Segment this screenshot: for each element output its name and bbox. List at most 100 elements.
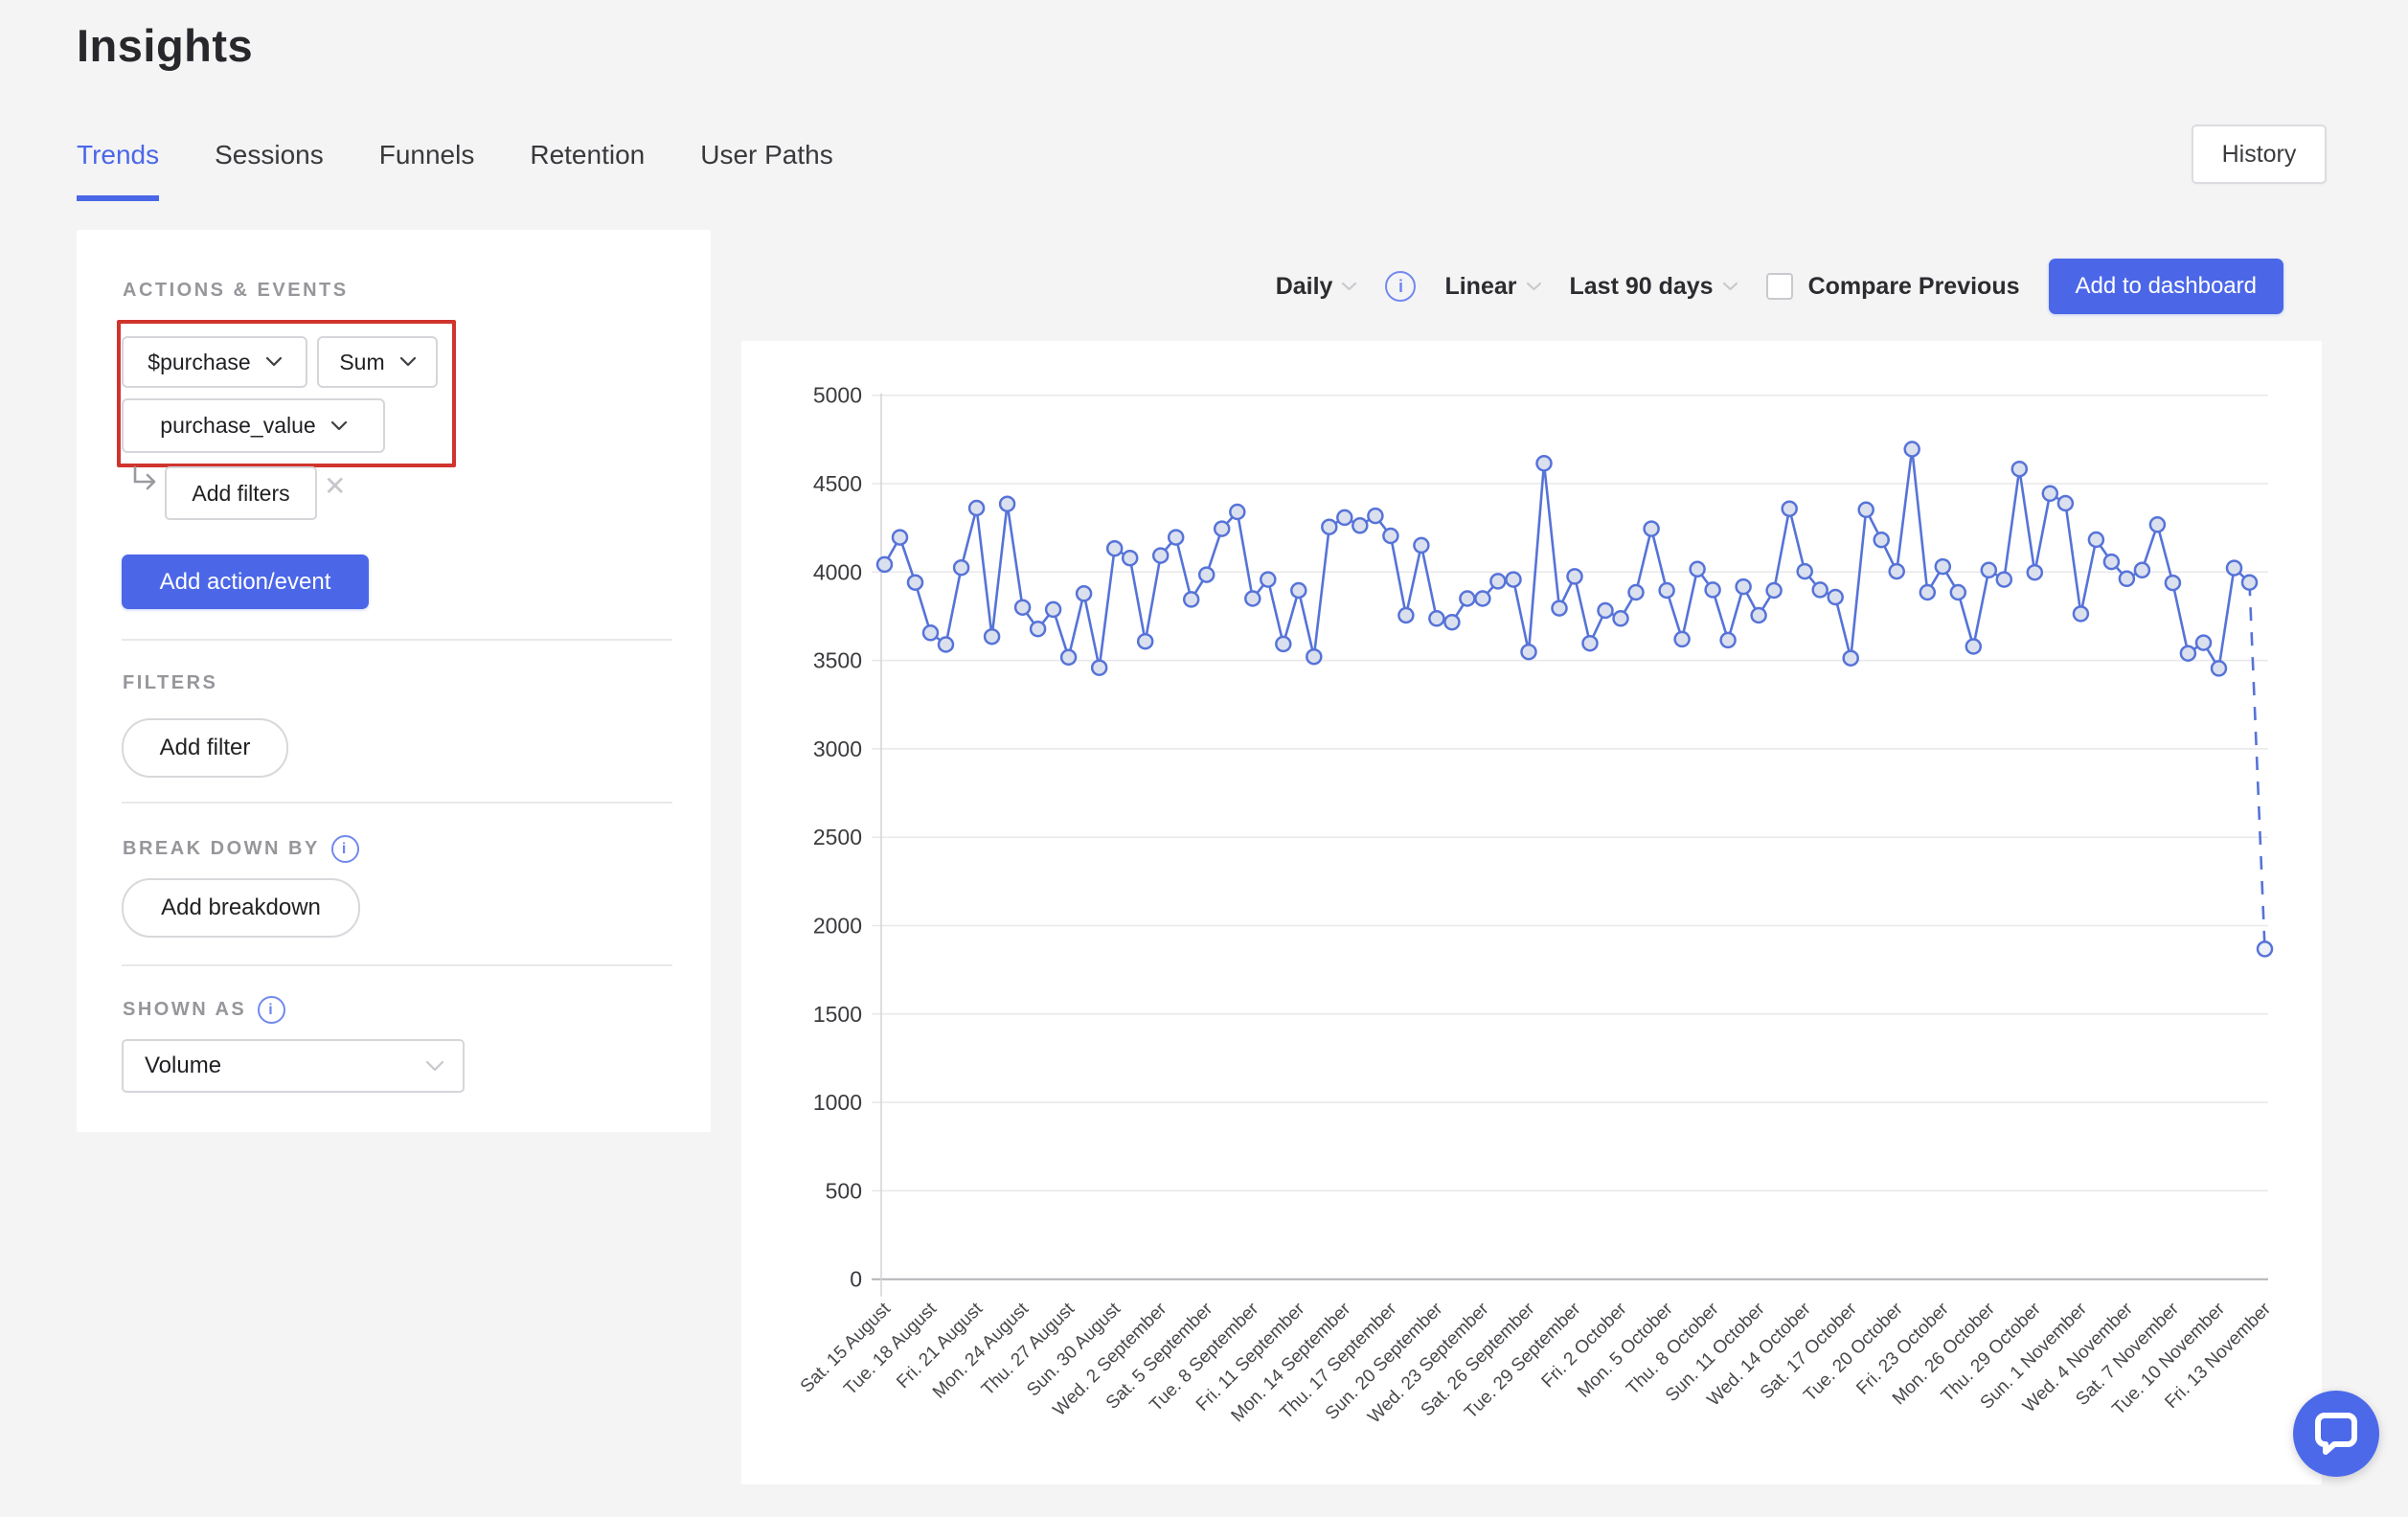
tab-funnels[interactable]: Funnels: [379, 140, 475, 201]
data-point: [1798, 564, 1812, 578]
granularity-dropdown[interactable]: Daily: [1276, 273, 1357, 301]
property-select-value: purchase_value: [160, 413, 315, 439]
add-filters-button[interactable]: Add filters: [165, 466, 317, 520]
data-point: [1306, 649, 1321, 664]
shown-as-title: SHOWN AS i: [123, 996, 285, 1024]
history-button[interactable]: History: [2192, 125, 2327, 184]
event-select[interactable]: $purchase: [122, 336, 307, 388]
data-point: [1568, 569, 1582, 583]
data-point: [954, 560, 968, 575]
data-point: [1553, 601, 1567, 616]
info-icon[interactable]: i: [258, 996, 285, 1024]
chat-launcher-button[interactable]: [2293, 1391, 2379, 1477]
divider: [122, 639, 672, 641]
data-point: [2058, 496, 2073, 510]
data-point: [1951, 585, 1965, 600]
chevron-down-icon: [1723, 283, 1738, 291]
data-point: [1153, 549, 1168, 563]
aggregation-select[interactable]: Sum: [317, 336, 438, 388]
branch-arrow-icon: [129, 465, 160, 494]
data-point: [1322, 520, 1336, 534]
data-point: [1813, 582, 1828, 597]
series-line-incomplete: [2249, 582, 2264, 949]
data-point: [1936, 559, 1950, 574]
data-point: [1475, 592, 1489, 606]
chart-controls: Daily i Linear Last 90 days Compare Prev…: [1276, 259, 2283, 314]
tab-retention[interactable]: Retention: [530, 140, 645, 201]
data-point: [1015, 600, 1030, 615]
tab-user-paths[interactable]: User Paths: [700, 140, 833, 201]
data-point: [1767, 583, 1782, 598]
data-point: [1352, 518, 1367, 532]
data-point: [2043, 487, 2057, 501]
data-points[interactable]: [877, 442, 2272, 957]
data-point: [1829, 590, 1843, 604]
data-point: [1230, 505, 1244, 519]
compare-previous-toggle: Compare Previous: [1766, 273, 2020, 301]
data-point: [969, 501, 984, 515]
add-to-dashboard-button[interactable]: Add to dashboard: [2049, 259, 2283, 314]
data-point: [1599, 603, 1613, 618]
data-point: [1061, 650, 1076, 665]
data-point: [2104, 555, 2119, 569]
data-point: [1614, 611, 1628, 625]
y-axis-labels: 0500100015002000250030003500400045005000: [813, 383, 862, 1292]
data-point: [1261, 573, 1275, 587]
compare-previous-checkbox[interactable]: [1766, 273, 1793, 300]
svg-text:4000: 4000: [813, 559, 862, 584]
scale-dropdown[interactable]: Linear: [1444, 273, 1540, 301]
property-select[interactable]: purchase_value: [122, 398, 385, 453]
data-point: [2150, 517, 2165, 532]
data-point: [1184, 592, 1198, 606]
filters-title: FILTERS: [123, 672, 217, 694]
query-sidebar: ACTIONS & EVENTS $purchase Sum purchase_…: [77, 230, 711, 1132]
remove-event-icon[interactable]: ✕: [324, 473, 346, 500]
data-point: [2181, 646, 2195, 661]
data-point: [2227, 561, 2241, 576]
data-point: [1583, 636, 1598, 650]
svg-text:3000: 3000: [813, 736, 862, 761]
svg-text:500: 500: [826, 1178, 862, 1203]
info-icon[interactable]: i: [331, 835, 359, 863]
svg-text:1000: 1000: [813, 1090, 862, 1115]
chevron-down-icon: [266, 357, 282, 367]
svg-text:3500: 3500: [813, 648, 862, 673]
data-point: [1721, 633, 1736, 647]
data-point: [1276, 637, 1290, 651]
svg-text:2000: 2000: [813, 914, 862, 939]
data-point: [893, 531, 907, 545]
data-point: [1920, 585, 1935, 600]
data-point: [1691, 562, 1705, 577]
data-point: [1507, 573, 1521, 587]
data-point: [2135, 563, 2149, 577]
data-point: [2089, 532, 2103, 547]
data-point: [877, 557, 892, 572]
aggregation-select-value: Sum: [339, 350, 384, 375]
data-point: [1429, 611, 1443, 625]
data-point: [1107, 541, 1122, 555]
chevron-down-icon: [1342, 283, 1356, 291]
trend-chart-panel: 0500100015002000250030003500400045005000…: [741, 341, 2322, 1484]
chevron-down-icon: [331, 421, 347, 431]
add-breakdown-button[interactable]: Add breakdown: [122, 878, 360, 938]
data-point: [2212, 661, 2226, 675]
tab-bar: Trends Sessions Funnels Retention User P…: [77, 140, 833, 201]
trend-chart[interactable]: 0500100015002000250030003500400045005000…: [741, 341, 2322, 1484]
add-filter-button[interactable]: Add filter: [122, 718, 288, 778]
data-point: [1783, 502, 1797, 516]
tab-sessions[interactable]: Sessions: [215, 140, 324, 201]
tab-trends[interactable]: Trends: [77, 140, 159, 201]
data-point: [1169, 531, 1183, 545]
add-action-event-button[interactable]: Add action/event: [122, 555, 369, 609]
compare-previous-label: Compare Previous: [1808, 273, 2020, 301]
date-range-dropdown[interactable]: Last 90 days: [1570, 273, 1738, 301]
data-point: [1444, 615, 1459, 629]
data-point: [908, 576, 922, 590]
data-point: [1675, 632, 1690, 646]
shown-as-select[interactable]: Volume: [122, 1039, 465, 1093]
data-point: [1460, 592, 1474, 606]
info-icon[interactable]: i: [1385, 271, 1416, 302]
data-point: [1890, 564, 1904, 578]
event-select-value: $purchase: [148, 350, 250, 375]
data-point: [1844, 651, 1858, 666]
